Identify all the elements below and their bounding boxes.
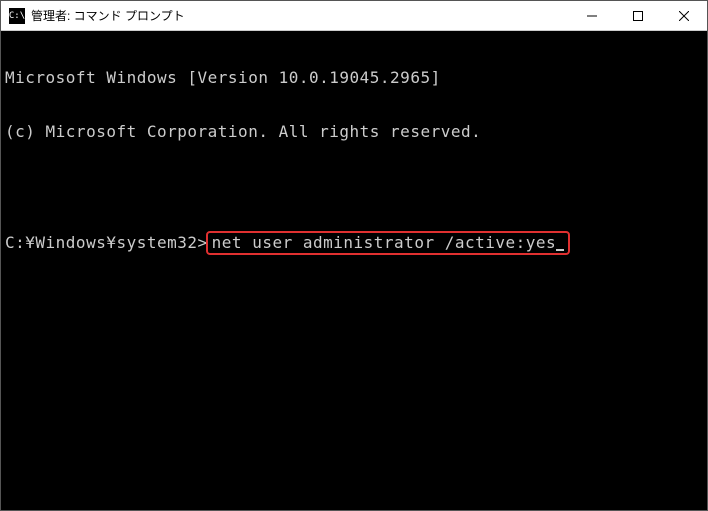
blank-line <box>5 177 703 195</box>
maximize-button[interactable] <box>615 1 661 30</box>
cursor-icon <box>556 249 564 251</box>
window-title: 管理者: コマンド プロンプト <box>31 7 569 24</box>
window-controls <box>569 1 707 30</box>
terminal-output[interactable]: Microsoft Windows [Version 10.0.19045.29… <box>1 31 707 275</box>
version-line: Microsoft Windows [Version 10.0.19045.29… <box>5 69 703 87</box>
command-highlight-box: net user administrator /active:yes <box>206 231 571 255</box>
copyright-line: (c) Microsoft Corporation. All rights re… <box>5 123 703 141</box>
window-titlebar: C:\ 管理者: コマンド プロンプト <box>1 1 707 31</box>
close-button[interactable] <box>661 1 707 30</box>
cmd-icon: C:\ <box>9 8 25 24</box>
minimize-button[interactable] <box>569 1 615 30</box>
prompt-path: C:¥Windows¥system32> <box>5 234 208 252</box>
command-text: net user administrator /active:yes <box>212 233 557 252</box>
prompt-line: C:¥Windows¥system32>net user administrat… <box>5 231 703 255</box>
